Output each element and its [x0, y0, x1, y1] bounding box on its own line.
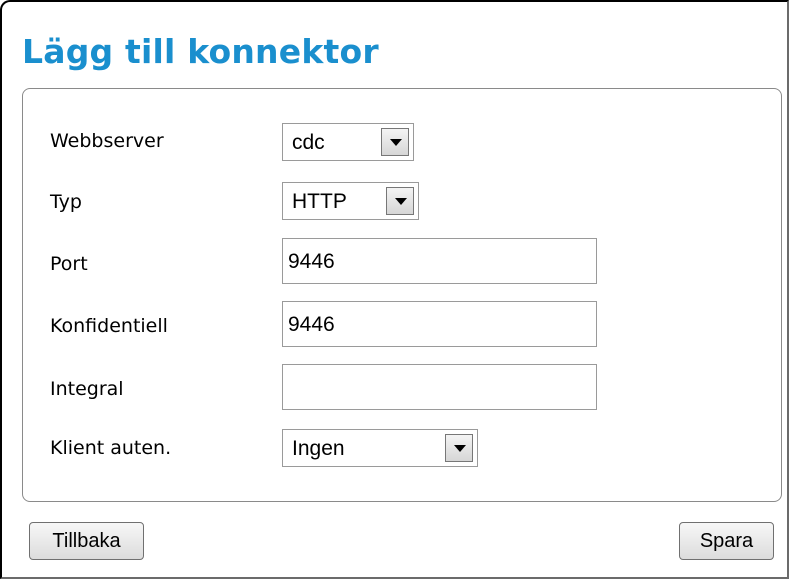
port-label: Port — [50, 253, 88, 275]
client-auth-select[interactable]: Ingen — [282, 429, 478, 467]
confidential-value: 9446 — [288, 313, 335, 336]
confidential-label: Konfidentiell — [50, 315, 168, 337]
webserver-label: Webbserver — [50, 130, 164, 152]
integral-input[interactable] — [282, 364, 597, 410]
type-label: Typ — [50, 191, 82, 213]
save-button[interactable]: Spara — [679, 522, 774, 560]
type-select[interactable]: HTTP — [282, 182, 419, 220]
chevron-down-icon[interactable] — [381, 128, 409, 156]
integral-label: Integral — [50, 378, 124, 400]
client-auth-label: Klient auten. — [50, 437, 172, 459]
chevron-down-icon[interactable] — [445, 434, 473, 462]
dialog-title: Lägg till konnektor — [22, 32, 379, 71]
client-auth-value: Ingen — [292, 437, 345, 460]
port-value: 9446 — [288, 250, 335, 273]
chevron-down-icon[interactable] — [386, 187, 414, 215]
webserver-value: cdc — [292, 131, 325, 154]
confidential-input[interactable]: 9446 — [282, 301, 597, 347]
webserver-select[interactable]: cdc — [282, 123, 414, 161]
type-value: HTTP — [292, 190, 347, 213]
port-input[interactable]: 9446 — [282, 238, 597, 284]
back-button[interactable]: Tillbaka — [29, 522, 144, 560]
